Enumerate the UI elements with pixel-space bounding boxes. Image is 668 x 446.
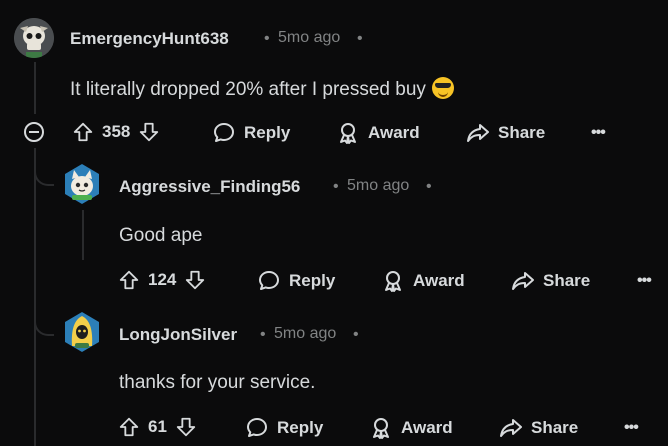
comment-timestamp[interactable]: 5mo ago	[278, 29, 340, 47]
award-button[interactable]: Award	[381, 269, 465, 293]
comment-timestamp[interactable]: 5mo ago	[347, 177, 409, 195]
sunglasses-emoji-icon	[431, 77, 454, 99]
comment-username[interactable]: LongJonSilver	[119, 325, 237, 345]
upvote-icon[interactable]	[118, 416, 140, 438]
cat-avatar-icon	[65, 164, 99, 204]
reply-button[interactable]: Reply	[212, 121, 290, 145]
thread-line-reply-1	[82, 210, 84, 260]
thread-branch-1	[34, 150, 54, 186]
vote-count: 124	[148, 270, 177, 289]
thread-line-main	[34, 62, 36, 114]
more-options-button[interactable]: •••	[591, 124, 606, 142]
award-icon	[340, 123, 356, 144]
share-button[interactable]: Share	[499, 416, 578, 440]
comment-text: thanks for your service.	[119, 372, 316, 393]
vote-group: 124	[118, 269, 206, 291]
speech-bubble-icon	[259, 271, 279, 290]
reply-button[interactable]: Reply	[245, 416, 323, 440]
downvote-icon[interactable]	[175, 416, 197, 438]
skull-avatar-icon	[14, 18, 54, 58]
vote-count: 358	[102, 122, 131, 141]
comment-separator-trailing: •	[426, 178, 432, 195]
share-arrow-icon	[467, 124, 489, 142]
collapse-thread-button[interactable]	[24, 122, 44, 142]
award-icon	[385, 271, 401, 292]
share-button[interactable]: Share	[511, 269, 590, 293]
award-label: Award	[413, 271, 465, 290]
speech-bubble-icon	[214, 123, 234, 142]
comment-separator-trailing: •	[353, 326, 359, 343]
upvote-icon[interactable]	[72, 121, 94, 143]
award-label: Award	[368, 123, 420, 142]
share-arrow-icon	[500, 419, 522, 437]
award-button[interactable]: Award	[369, 416, 453, 440]
comment-separator: •	[264, 30, 270, 47]
comment-text: Good ape	[119, 225, 203, 246]
downvote-icon[interactable]	[138, 121, 160, 143]
share-arrow-icon	[512, 272, 534, 290]
avatar[interactable]	[62, 312, 102, 352]
comment-username[interactable]: Aggressive_Finding56	[119, 177, 300, 197]
avatar[interactable]	[14, 18, 54, 58]
vote-group: 358	[72, 121, 160, 143]
award-label: Award	[401, 418, 453, 437]
vote-group: 61	[118, 416, 197, 438]
comment-separator: •	[260, 326, 266, 343]
more-options-button[interactable]: •••	[637, 272, 652, 290]
comment-timestamp[interactable]: 5mo ago	[274, 325, 336, 343]
speech-bubble-icon	[247, 418, 267, 437]
reply-label: Reply	[277, 418, 324, 437]
award-icon	[373, 418, 389, 439]
avatar[interactable]	[62, 164, 102, 204]
share-label: Share	[543, 271, 591, 290]
reply-label: Reply	[289, 271, 336, 290]
more-options-button[interactable]: •••	[624, 419, 639, 437]
comment-text: It literally dropped 20% after I pressed…	[70, 79, 426, 100]
share-label: Share	[498, 123, 546, 142]
reply-button[interactable]: Reply	[257, 269, 335, 293]
comment-separator-trailing: •	[357, 30, 363, 47]
share-button[interactable]: Share	[466, 121, 545, 145]
thread-line-main-lower	[34, 148, 36, 446]
hooded-figure-avatar-icon	[65, 312, 99, 352]
thread-branch-2	[34, 300, 54, 336]
award-button[interactable]: Award	[336, 121, 420, 145]
share-label: Share	[531, 418, 579, 437]
upvote-icon[interactable]	[118, 269, 140, 291]
comment-separator: •	[333, 178, 339, 195]
downvote-icon[interactable]	[184, 269, 206, 291]
reply-label: Reply	[244, 123, 291, 142]
comment-username[interactable]: EmergencyHunt638	[70, 29, 229, 49]
comment-body: It literally dropped 20% after I pressed…	[70, 77, 454, 101]
vote-count: 61	[148, 417, 167, 436]
